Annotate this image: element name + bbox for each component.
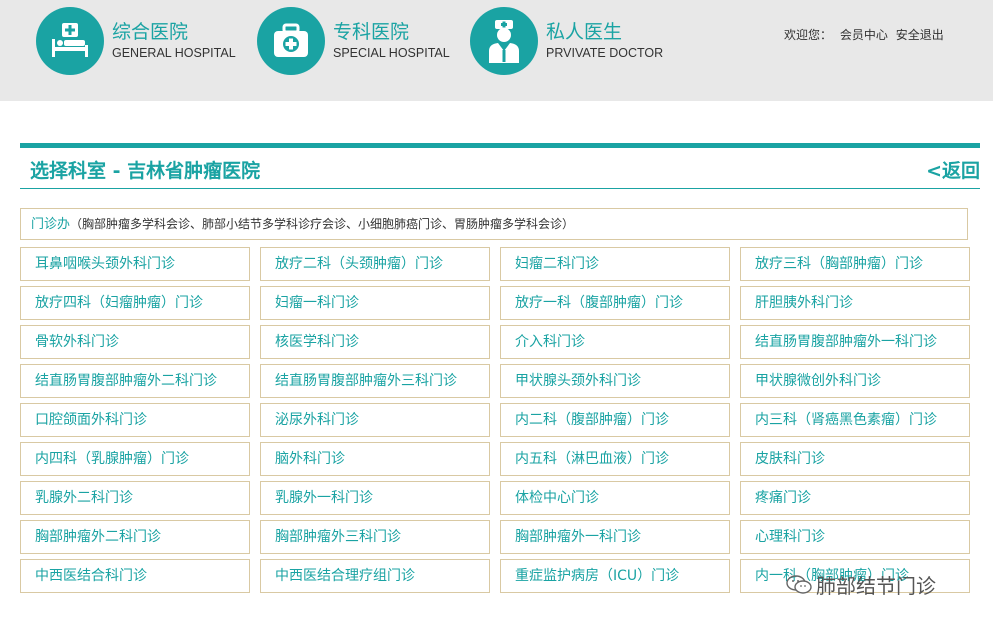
department-item[interactable]: 肝胆胰外科门诊 (740, 286, 970, 320)
nav-special-hospital[interactable]: 专科医院 SPECIAL HOSPITAL (257, 6, 450, 76)
department-item[interactable]: 体检中心门诊 (500, 481, 730, 515)
outpatient-office-label: 门诊办 (31, 217, 71, 232)
wechat-icon (786, 574, 812, 594)
doctor-icon (470, 7, 538, 75)
top-header: 综合医院 GENERAL HOSPITAL 专科医院 SPECIAL HOSPI… (0, 0, 993, 101)
department-item[interactable]: 结直肠胃腹部肿瘤外一科门诊 (740, 325, 970, 359)
department-item[interactable]: 乳腺外一科门诊 (260, 481, 490, 515)
department-item[interactable]: 脑外科门诊 (260, 442, 490, 476)
nav-private-doctor[interactable]: 私人医生 PRVIVATE DOCTOR (470, 6, 663, 76)
hospital-bed-icon (36, 7, 104, 75)
watermark: 肺部结节门诊 (786, 570, 936, 599)
department-item[interactable]: 放疗三科（胸部肿瘤）门诊 (740, 247, 970, 281)
department-item[interactable]: 口腔颌面外科门诊 (20, 403, 250, 437)
back-link[interactable]: <返回 (926, 156, 980, 183)
department-item[interactable]: 骨软外科门诊 (20, 325, 250, 359)
department-item[interactable]: 妇瘤二科门诊 (500, 247, 730, 281)
nav-general-hospital[interactable]: 综合医院 GENERAL HOSPITAL (36, 6, 236, 76)
panel-header: 选择科室 - 吉林省肿瘤医院 <返回 (20, 148, 980, 189)
page-title: 选择科室 - 吉林省肿瘤医院 (30, 160, 261, 182)
department-item[interactable]: 乳腺外二科门诊 (20, 481, 250, 515)
nav-label-cn: 私人医生 (546, 21, 623, 43)
department-item[interactable]: 介入科门诊 (500, 325, 730, 359)
department-item[interactable]: 疼痛门诊 (740, 481, 970, 515)
department-item[interactable]: 核医学科门诊 (260, 325, 490, 359)
department-item[interactable]: 耳鼻咽喉头颈外科门诊 (20, 247, 250, 281)
department-item[interactable]: 妇瘤一科门诊 (260, 286, 490, 320)
department-item[interactable]: 甲状腺微创外科门诊 (740, 364, 970, 398)
nav-label-cn: 综合医院 (112, 21, 189, 43)
department-item[interactable]: 甲状腺头颈外科门诊 (500, 364, 730, 398)
department-item[interactable]: 放疗四科（妇瘤肿瘤）门诊 (20, 286, 250, 320)
user-area: 欢迎您： 会员中心 安全退出 (784, 26, 948, 43)
department-item[interactable]: 心理科门诊 (740, 520, 970, 554)
department-item[interactable]: 放疗二科（头颈肿瘤）门诊 (260, 247, 490, 281)
nav-label-en: SPECIAL HOSPITAL (333, 46, 450, 60)
member-center-link[interactable]: 会员中心 (840, 28, 888, 42)
outpatient-office-item[interactable]: 门诊办（胸部肿瘤多学科会诊、肺部小结节多学科诊疗会诊、小细胞肺癌门诊、胃肠肿瘤多… (20, 208, 968, 240)
welcome-text: 欢迎您： (784, 28, 833, 42)
medical-kit-icon (257, 7, 325, 75)
department-item[interactable]: 中西医结合理疗组门诊 (260, 559, 490, 593)
department-item[interactable]: 内五科（淋巴血液）门诊 (500, 442, 730, 476)
nav-label-en: PRVIVATE DOCTOR (546, 46, 664, 60)
department-item[interactable]: 胸部肿瘤外三科门诊 (260, 520, 490, 554)
watermark-text: 肺部结节门诊 (816, 574, 936, 598)
department-item[interactable]: 胸部肿瘤外二科门诊 (20, 520, 250, 554)
department-item[interactable]: 中西医结合科门诊 (20, 559, 250, 593)
nav-label-en: GENERAL HOSPITAL (112, 46, 236, 60)
department-item[interactable]: 结直肠胃腹部肿瘤外三科门诊 (260, 364, 490, 398)
department-item[interactable]: 泌尿外科门诊 (260, 403, 490, 437)
logout-link[interactable]: 安全退出 (896, 28, 944, 42)
nav-label-cn: 专科医院 (333, 21, 410, 43)
outpatient-office-desc: （胸部肿瘤多学科会诊、肺部小结节多学科诊疗会诊、小细胞肺癌门诊、胃肠肿瘤多学科会… (70, 217, 575, 231)
department-item[interactable]: 内四科（乳腺肿瘤）门诊 (20, 442, 250, 476)
department-item[interactable]: 胸部肿瘤外一科门诊 (500, 520, 730, 554)
department-item[interactable]: 放疗一科（腹部肿瘤）门诊 (500, 286, 730, 320)
department-item[interactable]: 内三科（肾癌黑色素瘤）门诊 (740, 403, 970, 437)
department-item[interactable]: 内二科（腹部肿瘤）门诊 (500, 403, 730, 437)
department-item[interactable]: 结直肠胃腹部肿瘤外二科门诊 (20, 364, 250, 398)
department-item[interactable]: 重症监护病房（ICU）门诊 (500, 559, 730, 593)
department-item[interactable]: 皮肤科门诊 (740, 442, 970, 476)
